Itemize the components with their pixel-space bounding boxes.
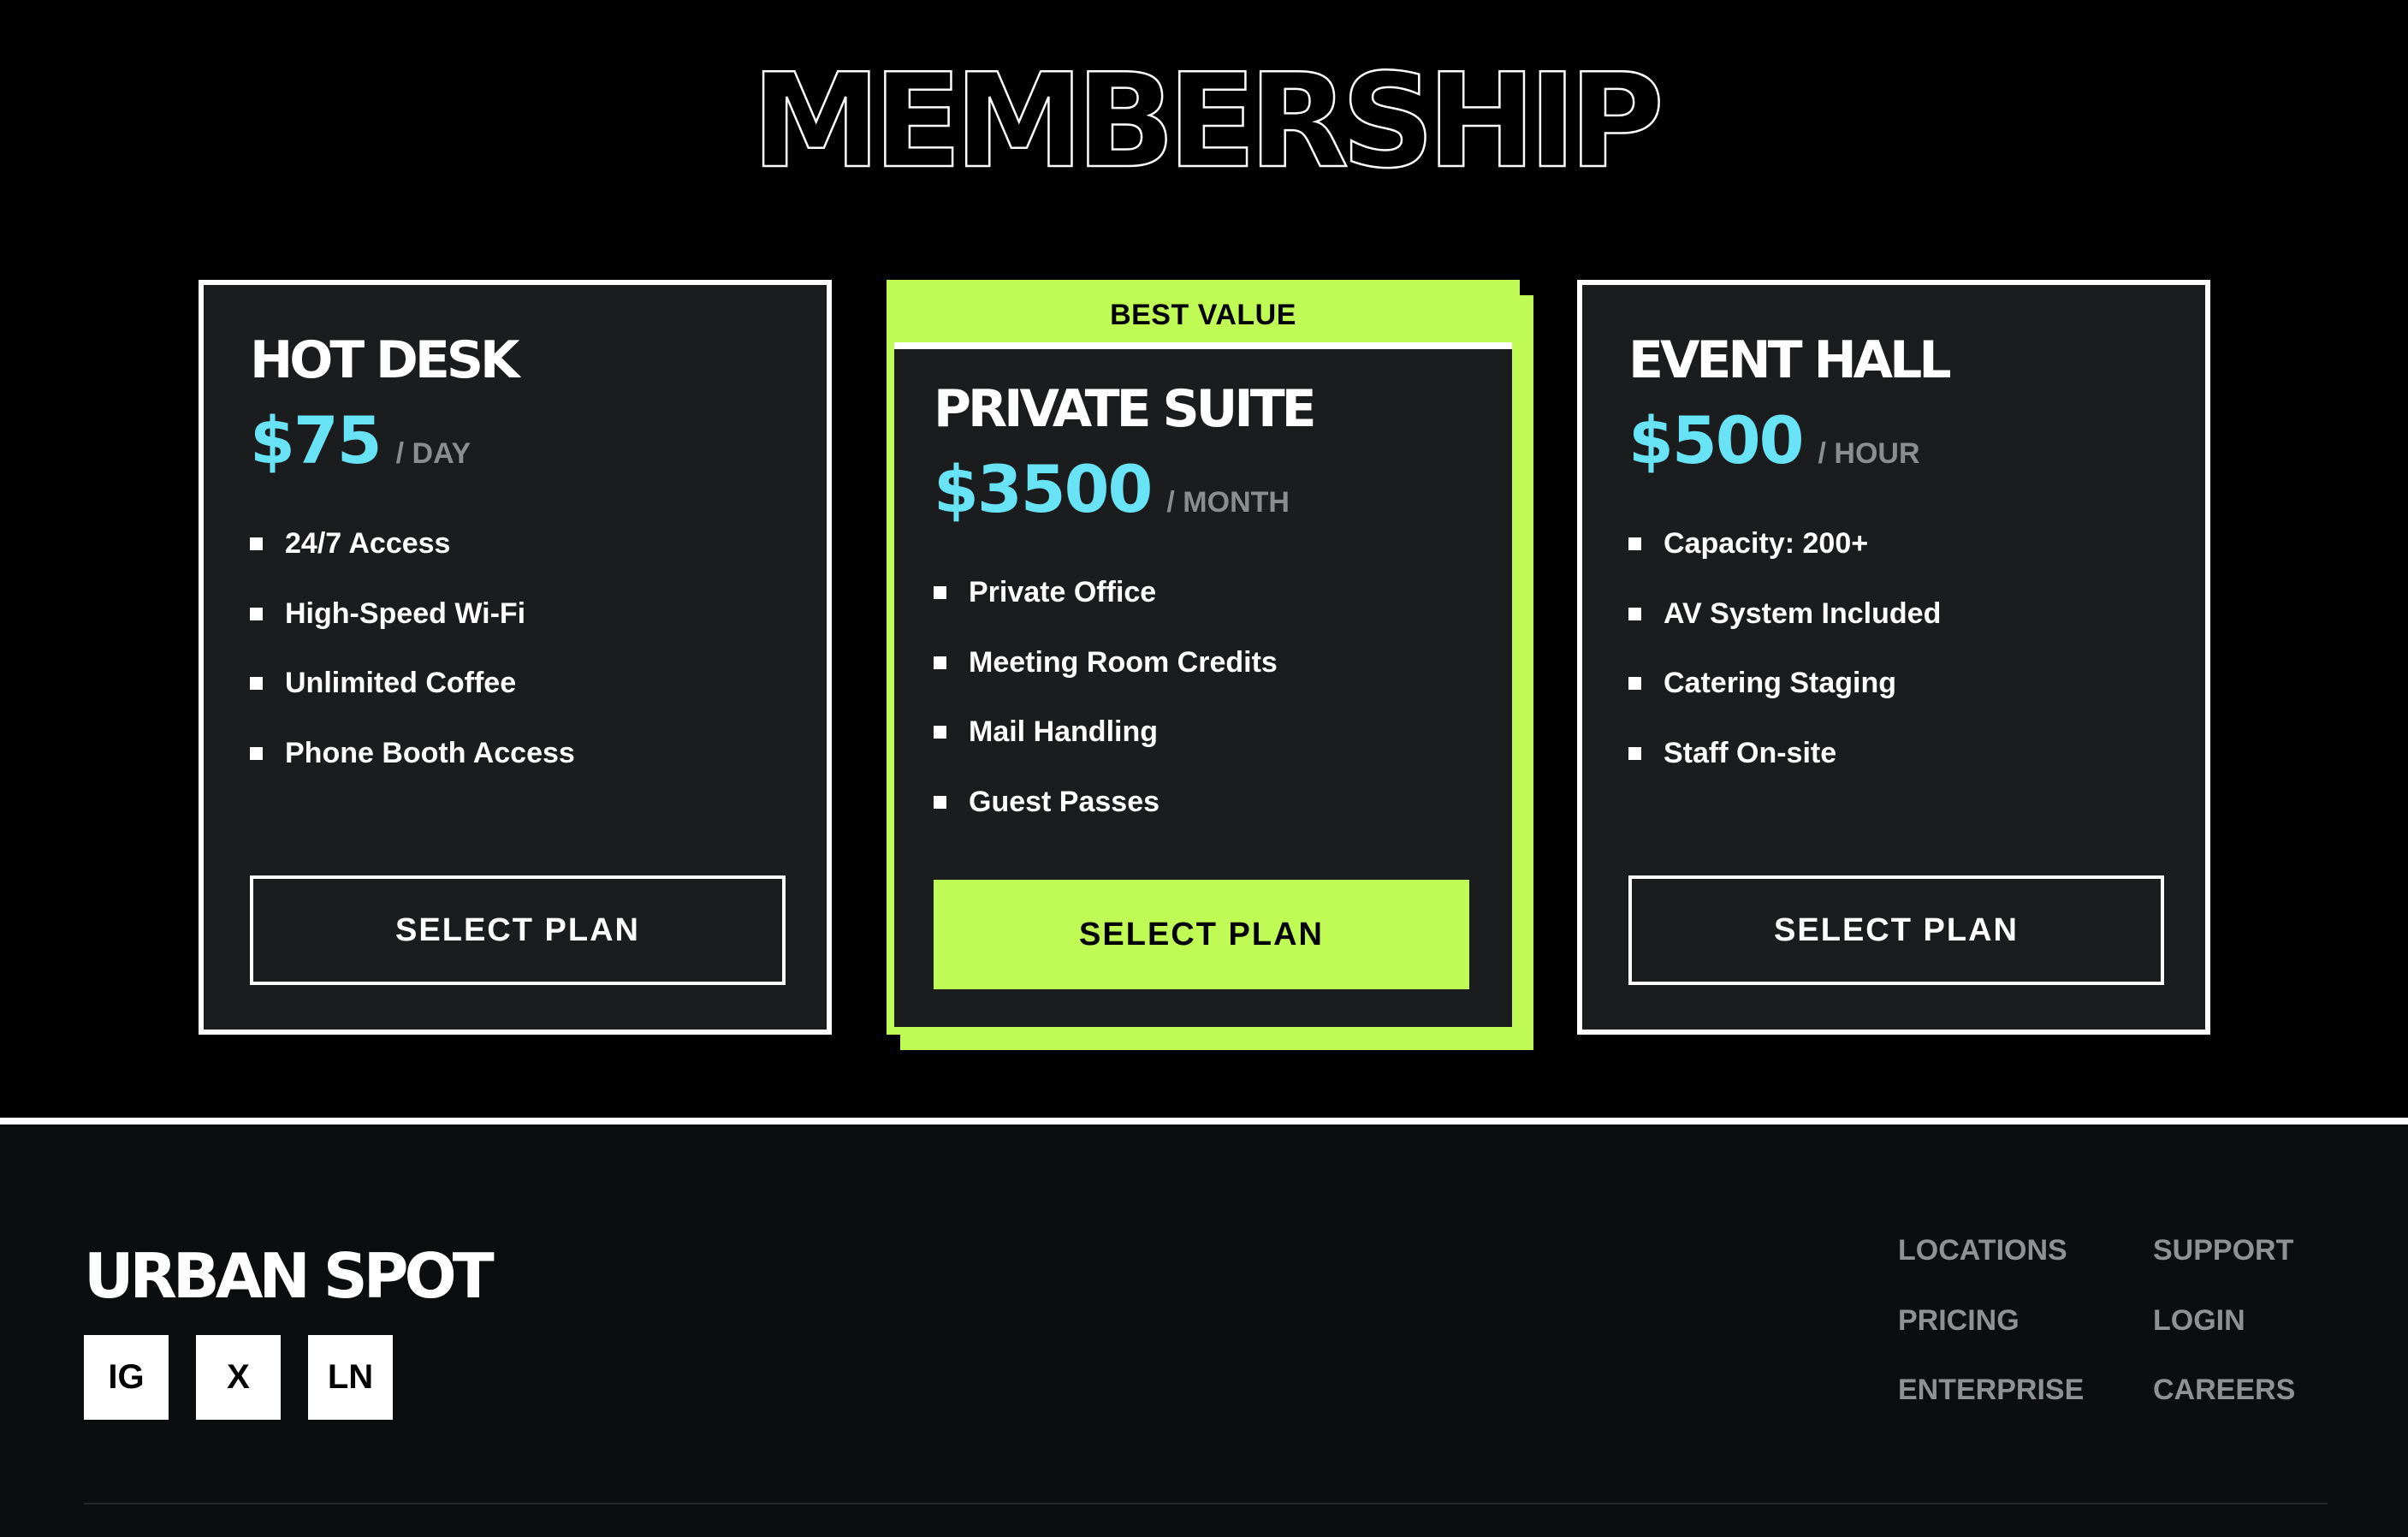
footer: URBAN SPOT IG X LN LOCATIONS SUPPORT PRI… xyxy=(0,1125,2408,1537)
footer-nav: LOCATIONS SUPPORT PRICING LOGIN ENTERPRI… xyxy=(1898,1234,2341,1444)
feature-label: Catering Staging xyxy=(1664,667,1897,700)
card-body: PRIVATE SUITE $3500 / MONTH Private Offi… xyxy=(894,383,1512,837)
footer-divider xyxy=(84,1503,2328,1504)
bullet-square-icon xyxy=(250,537,263,551)
select-plan-button-hot-desk[interactable]: SELECT PLAN xyxy=(250,875,786,985)
footer-link-support[interactable]: SUPPORT xyxy=(2153,1234,2341,1304)
plan-name: PRIVATE SUITE xyxy=(934,379,1317,439)
plan-name: EVENT HALL xyxy=(1628,330,1952,390)
plan-card-private-suite: BEST VALUE PRIVATE SUITE $3500 / MONTH P… xyxy=(887,280,1520,1035)
feature-list: Private Office Meeting Room Credits Mail… xyxy=(934,558,1473,837)
price-row: $500 / HOUR xyxy=(1628,408,2159,473)
feature-list: Capacity: 200+ AV System Included Cateri… xyxy=(1628,509,2159,788)
plan-price: $500 xyxy=(1628,402,1805,478)
brand-logo[interactable]: URBAN SPOT xyxy=(84,1240,495,1312)
feature-item: Unlimited Coffee xyxy=(250,649,780,719)
feature-label: 24/7 Access xyxy=(285,527,451,561)
footer-link-login[interactable]: LOGIN xyxy=(2153,1304,2341,1374)
feature-item: Private Office xyxy=(934,558,1473,628)
feature-label: Phone Booth Access xyxy=(285,737,575,770)
feature-item: Catering Staging xyxy=(1628,649,2159,719)
bullet-square-icon xyxy=(934,796,946,810)
price-row: $3500 / MONTH xyxy=(934,457,1473,522)
plan-card-hot-desk: HOT DESK $75 / DAY 24/7 Access High-Spee… xyxy=(199,280,832,1035)
plan-name: HOT DESK xyxy=(250,330,520,390)
section-divider xyxy=(0,1118,2408,1125)
feature-item: Meeting Room Credits xyxy=(934,628,1473,698)
page: MEMBERSHIP HOT DESK $75 / DAY 24/7 Acces… xyxy=(0,0,2408,1537)
plan-period: / DAY xyxy=(395,437,472,470)
footer-link-enterprise[interactable]: ENTERPRISE xyxy=(1898,1374,2153,1444)
select-plan-button-private-suite[interactable]: SELECT PLAN xyxy=(934,880,1469,989)
footer-link-locations[interactable]: LOCATIONS xyxy=(1898,1234,2153,1304)
plan-price: $3500 xyxy=(934,451,1153,527)
bullet-square-icon xyxy=(1628,747,1641,761)
plan-period: / HOUR xyxy=(1818,437,1920,470)
bullet-square-icon xyxy=(250,677,263,691)
bullet-square-icon xyxy=(1628,677,1641,691)
feature-item: Capacity: 200+ xyxy=(1628,509,2159,579)
feature-item: High-Speed Wi-Fi xyxy=(250,579,780,650)
feature-label: Unlimited Coffee xyxy=(285,667,517,700)
bullet-square-icon xyxy=(1628,607,1641,620)
page-title: MEMBERSHIP xyxy=(750,45,1665,197)
x-link[interactable]: X xyxy=(196,1335,281,1420)
feature-item: 24/7 Access xyxy=(250,509,780,579)
feature-label: Private Office xyxy=(969,576,1157,609)
bullet-square-icon xyxy=(934,726,946,739)
feature-item: AV System Included xyxy=(1628,579,2159,650)
feature-label: Meeting Room Credits xyxy=(969,645,1278,679)
footer-link-careers[interactable]: CAREERS xyxy=(2153,1374,2341,1444)
feature-label: AV System Included xyxy=(1664,596,1942,630)
feature-label: Mail Handling xyxy=(969,715,1158,749)
feature-label: Guest Passes xyxy=(969,786,1160,819)
instagram-link[interactable]: IG xyxy=(84,1335,169,1420)
plan-period: / MONTH xyxy=(1166,486,1290,519)
bullet-square-icon xyxy=(250,747,263,761)
plan-price: $75 xyxy=(250,402,383,478)
feature-list: 24/7 Access High-Speed Wi-Fi Unlimited C… xyxy=(250,509,780,788)
select-plan-button-event-hall[interactable]: SELECT PLAN xyxy=(1628,875,2164,985)
bullet-square-icon xyxy=(250,607,263,620)
best-value-badge: BEST VALUE xyxy=(894,288,1512,349)
plan-card-event-hall: EVENT HALL $500 / HOUR Capacity: 200+ AV… xyxy=(1577,280,2210,1035)
feature-label: Staff On-site xyxy=(1664,737,1837,770)
feature-item: Mail Handling xyxy=(934,697,1473,768)
feature-label: Capacity: 200+ xyxy=(1664,527,1869,561)
feature-item: Phone Booth Access xyxy=(250,719,780,789)
linkedin-link[interactable]: LN xyxy=(308,1335,393,1420)
membership-section: MEMBERSHIP HOT DESK $75 / DAY 24/7 Acces… xyxy=(0,0,2408,1121)
bullet-square-icon xyxy=(1628,537,1641,551)
price-row: $75 / DAY xyxy=(250,408,780,473)
bullet-square-icon xyxy=(934,656,946,669)
social-links: IG X LN xyxy=(84,1335,393,1420)
feature-label: High-Speed Wi-Fi xyxy=(285,596,526,630)
bullet-square-icon xyxy=(934,586,946,600)
feature-item: Staff On-site xyxy=(1628,719,2159,789)
footer-link-pricing[interactable]: PRICING xyxy=(1898,1304,2153,1374)
feature-item: Guest Passes xyxy=(934,768,1473,838)
